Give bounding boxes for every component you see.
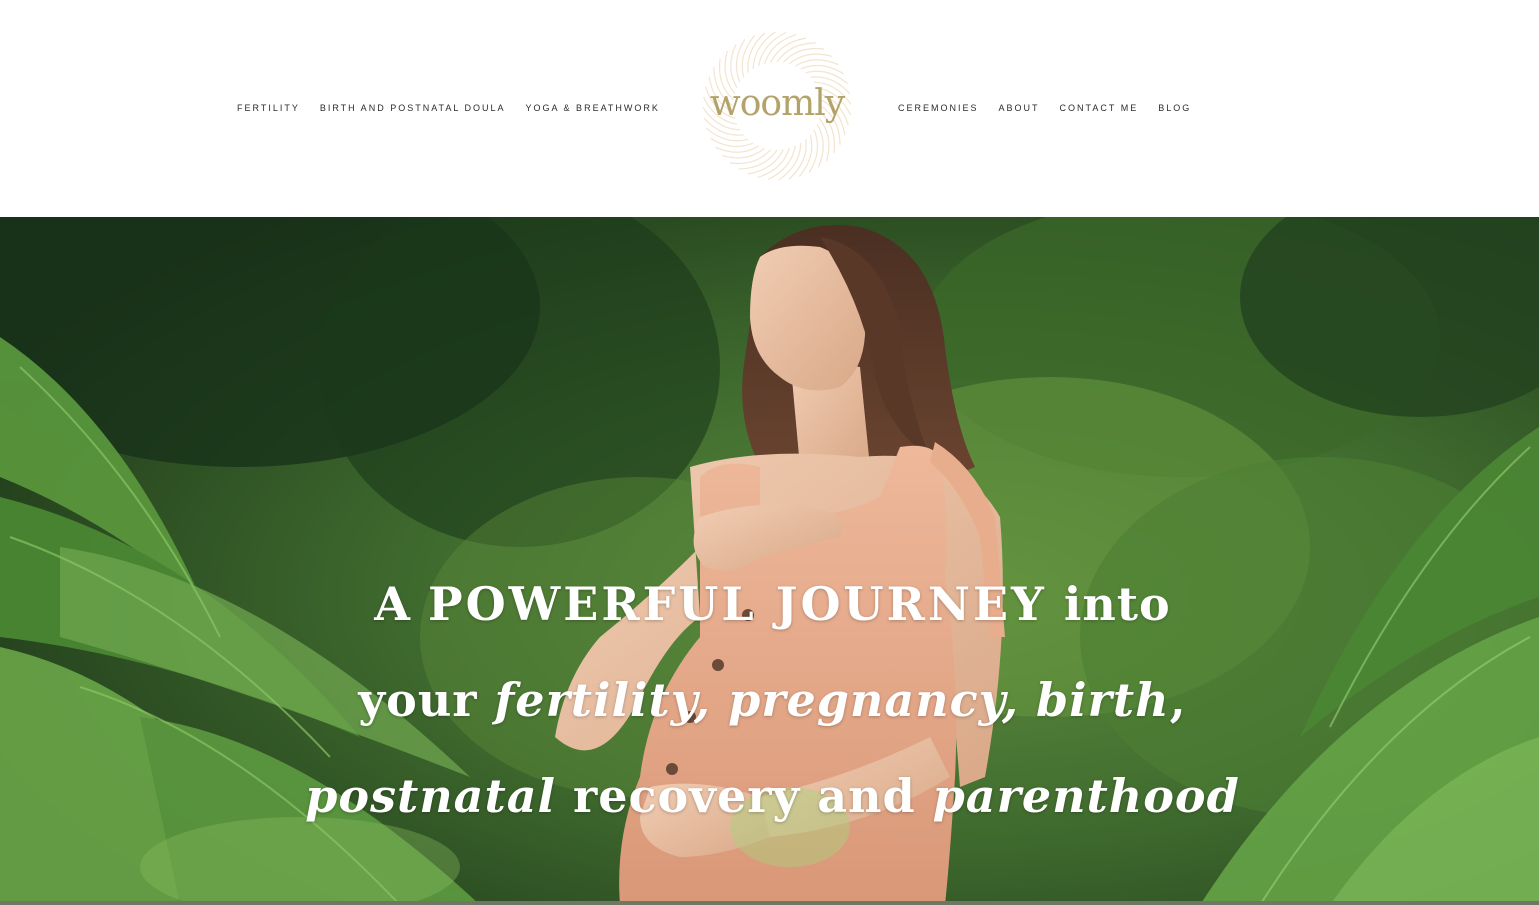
primary-nav-right: CEREMONIES ABOUT CONTACT ME BLOG: [898, 101, 1191, 115]
headline-text: ,: [1169, 673, 1187, 728]
primary-nav-left: FERTILITY BIRTH AND POSTNATAL DOULA YOGA…: [237, 101, 660, 115]
nav-link-ceremonies[interactable]: CEREMONIES: [898, 102, 979, 114]
headline-emphasis: birth: [1035, 673, 1170, 728]
headline-line-2: your fertility, pregnancy, birth,: [290, 652, 1255, 748]
headline-emphasis: POWERFUL JOURNEY: [427, 577, 1047, 632]
nav-link-about[interactable]: ABOUT: [999, 102, 1040, 114]
site-header: FERTILITY BIRTH AND POSTNATAL DOULA YOGA…: [0, 0, 1539, 217]
headline-text: recovery and: [556, 769, 933, 824]
nav-link-blog[interactable]: BLOG: [1158, 102, 1191, 114]
hero-section: A POWERFUL JOURNEY into your fertility, …: [0, 217, 1539, 905]
hero-bottom-bar: [0, 901, 1539, 905]
nav-link-contact-me[interactable]: CONTACT ME: [1060, 102, 1139, 114]
hero-headline: A POWERFUL JOURNEY into your fertility, …: [290, 556, 1255, 844]
headline-italic: fertility, pregnancy,: [494, 673, 1036, 728]
site-logo[interactable]: woomly: [702, 31, 852, 181]
headline-line-3: postnatal recovery and parenthood: [290, 748, 1255, 844]
headline-line-1: A POWERFUL JOURNEY into: [290, 556, 1255, 652]
headline-text: A: [374, 577, 428, 632]
logo-wordmark: woomly: [709, 83, 845, 124]
nav-link-birth-postnatal-doula[interactable]: BIRTH AND POSTNATAL DOULA: [320, 102, 506, 114]
nav-link-fertility[interactable]: FERTILITY: [237, 102, 300, 114]
headline-italic: postnatal: [305, 769, 557, 824]
headline-italic: parenthood: [932, 769, 1240, 824]
nav-link-yoga-breathwork[interactable]: YOGA & BREATHWORK: [526, 102, 660, 114]
headline-text: your: [358, 673, 495, 728]
headline-text: into: [1046, 577, 1171, 632]
